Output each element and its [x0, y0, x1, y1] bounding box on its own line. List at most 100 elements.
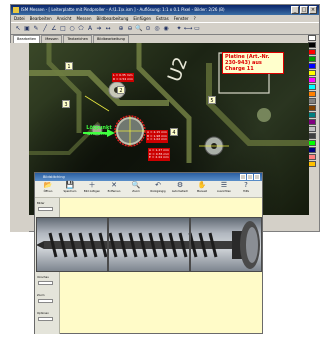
angle-tool-icon[interactable]: ∠ — [50, 24, 58, 33]
undo-icon: ↶ — [155, 181, 161, 189]
stitch-tile[interactable] — [108, 217, 190, 272]
menu-bildbearbeitung[interactable]: Bildbearbeitung — [97, 15, 129, 22]
align-icon: ☰ — [220, 181, 228, 189]
stitch-tile[interactable] — [190, 217, 262, 272]
measurement-value: R = 0.54 mm — [113, 76, 133, 81]
maximize-button[interactable] — [247, 174, 253, 180]
toolbar-button[interactable]: 💾 Speichern — [60, 181, 80, 197]
color-palette — [308, 35, 317, 168]
panel-label: Vorschau — [37, 276, 49, 279]
measure-tool-icon[interactable]: ↔ — [104, 24, 112, 33]
pcb-callout[interactable]: Platine (Art.-Nr. 230-943) aus Charge 11 — [222, 52, 284, 74]
line-tool-icon[interactable]: ╱ — [41, 24, 49, 33]
main-toolbar: ↖ ▣ ✎ ╱ ∠ □ ○ ⬠ A ➔ ↔ ⊕ ⊖ 🔍 ⊙ ◎ ◉ ✦ ⟷ ▭ — [11, 22, 319, 35]
ruler-icon[interactable]: ▭ — [193, 24, 201, 33]
zoom-in-icon[interactable]: ⊕ — [117, 24, 125, 33]
panel-field[interactable] — [38, 281, 53, 285]
palette-swatch[interactable] — [308, 133, 316, 139]
palette-swatch[interactable] — [308, 63, 316, 69]
panel-label: Bilder — [37, 202, 45, 205]
marker-number[interactable]: 3 — [62, 100, 70, 108]
toolbar-button[interactable]: ☰ Ausrichten — [214, 181, 234, 197]
tab-textzeichen[interactable]: Textzeichen — [63, 35, 92, 43]
menu-einfuegen[interactable]: Einfügen — [133, 15, 151, 22]
palette-swatch[interactable] — [308, 119, 316, 125]
measurement-label[interactable]: L = 0.35 mm R = 0.54 mm — [112, 73, 134, 82]
polygon-tool-icon[interactable]: ⬠ — [77, 24, 85, 33]
menu-fenster[interactable]: Fenster — [174, 15, 189, 22]
toolbar-button-label: Entfernen — [107, 190, 121, 193]
minimize-button[interactable]: _ — [291, 6, 299, 14]
toolbar-button[interactable]: ✋ Manuell — [192, 181, 212, 197]
image-tool-icon[interactable]: ▣ — [23, 24, 31, 33]
tab-messen[interactable]: Messen — [41, 35, 63, 43]
panel-field[interactable] — [38, 317, 53, 321]
marker-number[interactable]: 4 — [170, 128, 178, 136]
palette-swatch[interactable] — [308, 112, 316, 118]
zoom-2-icon[interactable]: ◉ — [162, 24, 170, 33]
close-button[interactable] — [254, 174, 260, 180]
menu-datei[interactable]: Datei — [14, 15, 25, 22]
menu-messen[interactable]: Messen — [76, 15, 91, 22]
toolbar-button[interactable]: 🔍 Zoom — [126, 181, 146, 197]
maximize-button[interactable]: □ — [300, 6, 308, 14]
zoom-fit-icon[interactable]: ⊙ — [144, 24, 152, 33]
palette-swatch[interactable] — [308, 77, 316, 83]
toolbar-button[interactable]: ⚙ Automatisch — [170, 181, 190, 197]
palette-swatch[interactable] — [308, 105, 316, 111]
zoom-icon[interactable]: 🔍 — [135, 24, 143, 33]
text-tool-icon[interactable]: A — [86, 24, 94, 33]
palette-swatch[interactable] — [308, 42, 316, 48]
zoom-out-icon[interactable]: ⊖ — [126, 24, 134, 33]
marker-number[interactable]: 2 — [117, 86, 125, 94]
arrow-tool-icon[interactable]: ➔ — [95, 24, 103, 33]
palette-swatch[interactable] — [308, 140, 316, 146]
stitching-titlebar: Bildstitching — [35, 173, 262, 181]
tab-bearbeiten[interactable]: Bearbeiten — [13, 35, 41, 43]
toolbar-button[interactable]: ? Hilfe — [236, 181, 256, 197]
rectangle-tool-icon[interactable]: □ — [59, 24, 67, 33]
toolbar-button[interactable]: 📂 Öffnen — [38, 181, 58, 197]
measurement-label[interactable]: A = 2.15 mm B = 1.98 mm C = 1.02 mm — [146, 130, 168, 143]
zoom-1-icon[interactable]: ◎ — [153, 24, 161, 33]
marker-number[interactable]: 5 — [208, 96, 216, 104]
palette-swatch[interactable] — [308, 98, 316, 104]
palette-swatch[interactable] — [308, 56, 316, 62]
palette-swatch[interactable] — [308, 35, 316, 41]
palette-swatch[interactable] — [308, 126, 316, 132]
menu-extras[interactable]: Extras — [156, 15, 169, 22]
menu-bearbeiten[interactable]: Bearbeiten — [30, 15, 52, 22]
circle-tool-icon[interactable]: ○ — [68, 24, 76, 33]
magic-wand-icon[interactable]: ✦ — [175, 24, 183, 33]
measurement-label[interactable]: A = 1.27 mm D = 0.55 mm E = 2.44 mm — [148, 148, 171, 161]
toolbar-button-label: Ausrichten — [217, 190, 231, 193]
toolbar-button-label: Speichern — [63, 190, 77, 193]
menu-ansicht[interactable]: Ansicht — [57, 15, 72, 22]
toolbar-button[interactable]: ↶ Rückgängig — [148, 181, 168, 197]
palette-swatch[interactable] — [308, 49, 316, 55]
measure-distance-icon[interactable]: ⟷ — [184, 24, 193, 33]
panel-field[interactable] — [38, 299, 53, 303]
tab-bildbearbeitung[interactable]: Bildbearbeitung — [93, 35, 129, 43]
toolbar-button[interactable]: ＋ Bild zufügen — [82, 181, 102, 197]
panel-field[interactable] — [38, 207, 53, 211]
select-tool-icon[interactable]: ↖ — [14, 24, 22, 33]
add-icon: ＋ — [88, 181, 96, 189]
menu-help[interactable]: ? — [194, 15, 196, 22]
marker-number[interactable]: 1 — [65, 62, 73, 70]
close-button[interactable]: × — [309, 6, 317, 14]
annotation-label[interactable]: Lötpunkt ansehen — [81, 125, 117, 137]
palette-swatch[interactable] — [308, 91, 316, 97]
palette-swatch[interactable] — [308, 84, 316, 90]
minimize-button[interactable] — [240, 174, 246, 180]
palette-swatch[interactable] — [308, 147, 316, 153]
main-titlebar: ISM Messen - [ Leiterplatte mit Pindprol… — [11, 5, 319, 15]
stitch-tile[interactable] — [36, 217, 108, 272]
pencil-tool-icon[interactable]: ✎ — [32, 24, 40, 33]
palette-swatch[interactable] — [308, 154, 316, 160]
main-tabbar: Bearbeiten Messen Textzeichen Bildbearbe… — [11, 35, 319, 43]
palette-swatch[interactable] — [308, 70, 316, 76]
palette-swatch[interactable] — [308, 161, 316, 167]
toolbar-button[interactable]: ✕ Entfernen — [104, 181, 124, 197]
toolbar-button-label: Automatisch — [171, 190, 189, 193]
